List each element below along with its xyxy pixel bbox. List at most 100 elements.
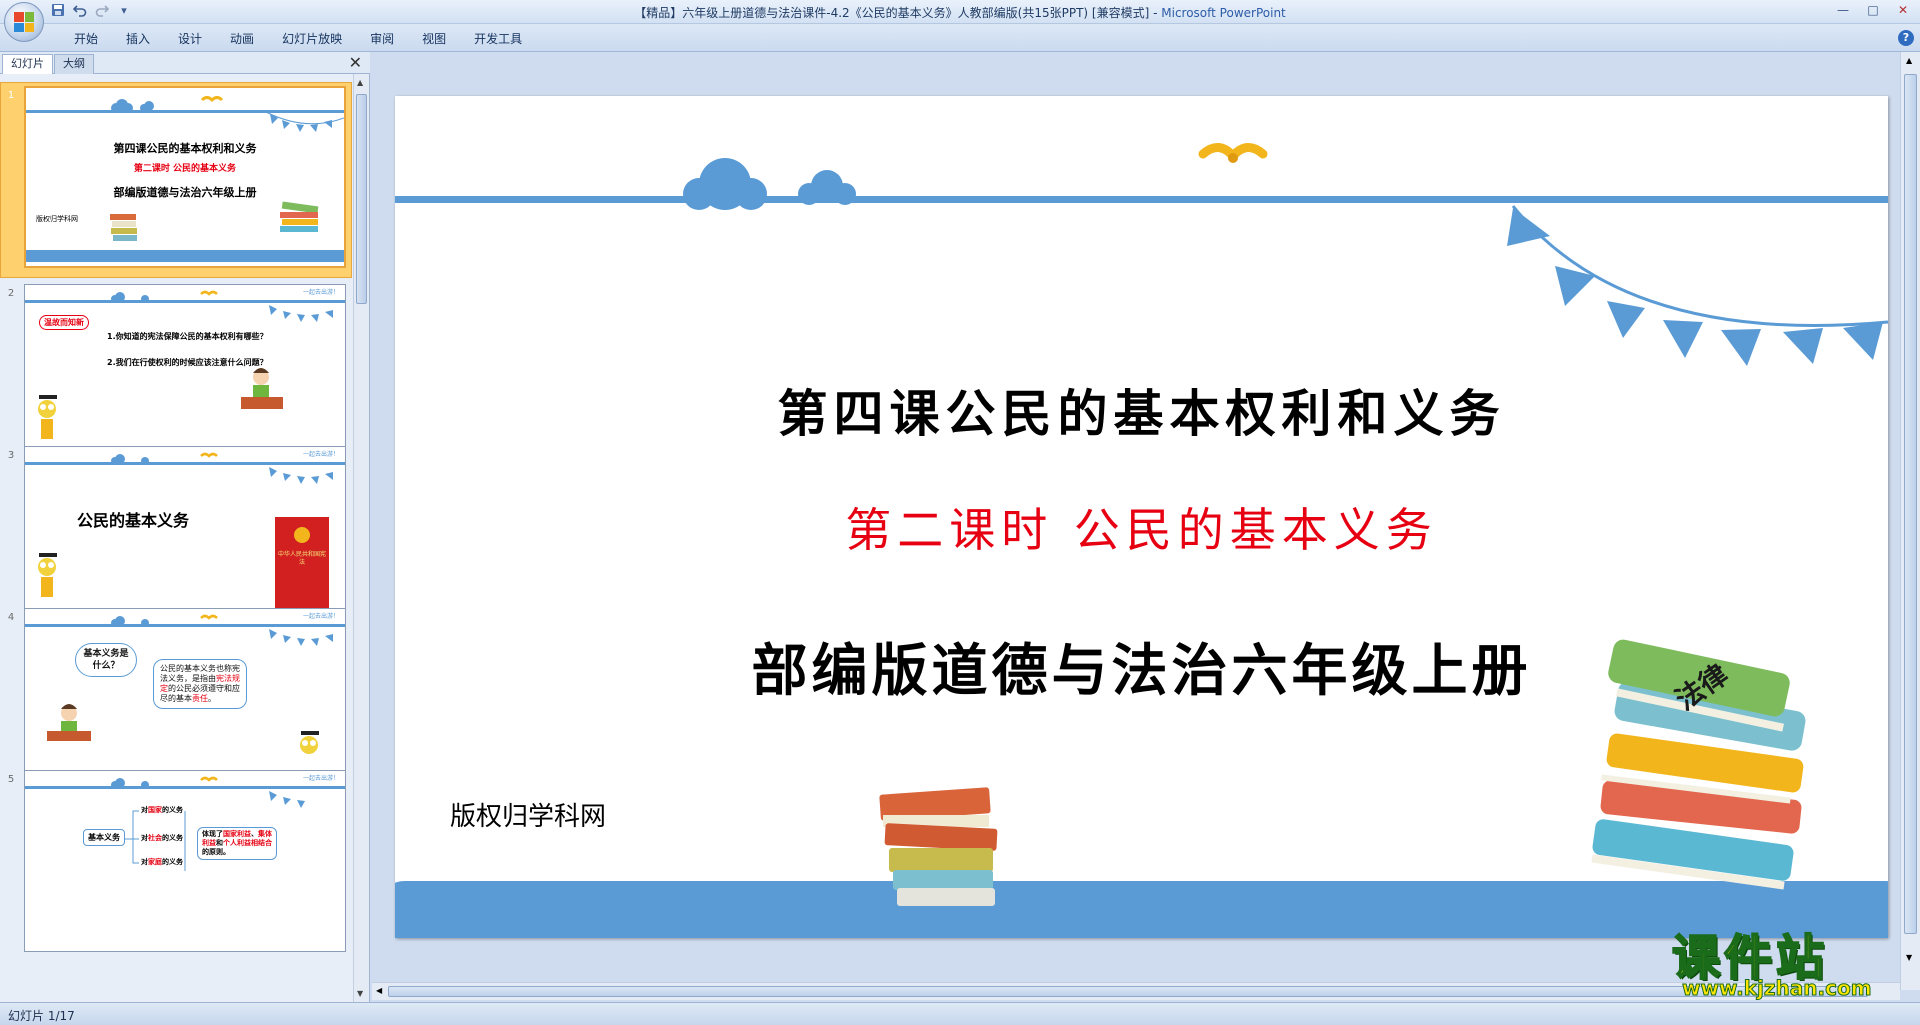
- tab-outline[interactable]: 大纲: [54, 54, 94, 74]
- thumbnail-title: 第四课公民的基本权利和义务: [113, 142, 257, 155]
- tab-slides[interactable]: 幻灯片: [2, 54, 53, 74]
- status-bar: 幻灯片 1/17: [0, 1002, 1920, 1025]
- panel-tabs: 幻灯片 大纲 ✕: [0, 52, 370, 74]
- constitution-book: 中华人民共和国宪法: [277, 551, 326, 566]
- maximize-button[interactable]: □: [1858, 0, 1888, 20]
- answer-bubble: 公民的基本义务也称宪法义务，是指由宪法规定的公民必须遵守和应尽的基本责任。: [153, 659, 247, 709]
- thumbnail-scrollbar[interactable]: ▲ ▼: [353, 74, 369, 1002]
- thumbnail-number: 4: [7, 612, 15, 623]
- thumbnail-grade: 部编版道德与法治六年级上册: [113, 186, 257, 199]
- office-button[interactable]: [4, 2, 44, 42]
- mindmap-branch: 对国家的义务: [141, 805, 183, 815]
- tab-slideshow[interactable]: 幻灯片放映: [268, 30, 356, 48]
- branch-text: 的义务: [162, 858, 183, 866]
- scroll-up-icon[interactable]: ▲: [357, 78, 363, 87]
- note-text: 和: [216, 839, 223, 847]
- tab-insert[interactable]: 插入: [112, 30, 164, 48]
- mindmap-branch: 对家庭的义务: [141, 857, 183, 867]
- slide-grade-title[interactable]: 部编版道德与法治六年级上册: [395, 626, 1888, 707]
- tab-home[interactable]: 开始: [60, 30, 112, 48]
- thumbnail-number: 2: [7, 288, 15, 299]
- slide-vertical-scrollbar[interactable]: ▲ ▼: [1900, 52, 1920, 990]
- slide-position: 幻灯片 1/17: [8, 1009, 75, 1023]
- branch-text: 的义务: [162, 806, 183, 814]
- corner-label: 一起去出游！: [302, 451, 339, 458]
- mindmap-branch: 对社会的义务: [141, 833, 183, 843]
- thumbnail-decoration: [25, 290, 345, 465]
- scrollbar-thumb[interactable]: [356, 94, 367, 304]
- slide-main-title[interactable]: 第四课公民的基本权利和义务: [395, 374, 1888, 446]
- thumbnail-1[interactable]: 1 第四课公民的基本权利和义务 第二课时 公民的基本义务 部编版道德与法治六年级…: [0, 82, 352, 278]
- window-controls: — □ ✕: [1828, 0, 1918, 20]
- question-bubble: 基本义务是什么？: [75, 643, 137, 677]
- thumbnail-frame: 第四课公民的基本权利和义务 第二课时 公民的基本义务 部编版道德与法治六年级上册…: [24, 86, 346, 268]
- site-watermark: 课件站 www.kjzhan.com: [1660, 918, 1918, 1002]
- branch-text: 对: [141, 858, 148, 866]
- branch-text: 的义务: [162, 834, 183, 842]
- powerpoint-window: ▾ 【精品】六年级上册道德与法治课件-4.2《公民的基本义务》人教部编版(共15…: [0, 0, 1920, 1025]
- thumbnail-decoration: [25, 452, 345, 627]
- note-text: 体现了: [202, 830, 223, 838]
- tab-review[interactable]: 审阅: [356, 30, 408, 48]
- thumbnail-frame: 基本义务 对国家的义务 对社会的义务 对家庭的义务 体现了国家利益、集体利益和个…: [24, 770, 346, 952]
- answer-highlight: 责任: [192, 694, 208, 703]
- thumbnail-number: 1: [7, 90, 15, 101]
- thumbnail-frame: 温故而知新 一起去出游！ 1.你知道的宪法保障公民的基本权利有哪些？ 2.我们在…: [24, 284, 346, 466]
- branch-highlight: 社会: [148, 834, 162, 842]
- slides-panel: 幻灯片 大纲 ✕ 1 第四课公民的基本权利和义务 第二课时 公民的基本义务 部编…: [0, 52, 370, 1002]
- scroll-up-icon[interactable]: ▲: [1906, 56, 1912, 65]
- note-highlight: 国家利益: [223, 830, 251, 838]
- slide-subtitle[interactable]: 第二课时 公民的基本义务: [395, 494, 1888, 560]
- thumbnail-number: 5: [7, 774, 15, 785]
- help-icon[interactable]: ?: [1898, 30, 1914, 46]
- tab-developer[interactable]: 开发工具: [460, 30, 536, 48]
- mindmap-root: 基本义务: [83, 829, 125, 846]
- book-stack-small-icon: [879, 787, 998, 906]
- bunting-flags-icon: [1507, 205, 1888, 366]
- thumbnail-5[interactable]: 5 基本义务 对国家的义务 对社会的义务 对家庭的义务 体现了国家利益、集体利益…: [0, 766, 352, 956]
- thumbnail-frame: 公民的基本义务 中华人民共和国宪法 一起去出游！: [24, 446, 346, 628]
- office-logo-icon: [14, 12, 34, 32]
- question-1: 1.你知道的宪法保障公民的基本权利有哪些？: [107, 332, 268, 341]
- branch-highlight: 国家: [148, 806, 162, 814]
- note-text: 、: [251, 830, 258, 838]
- watermark-url: www.kjzhan.com: [1682, 976, 1873, 1001]
- thumbnail-list: 1 第四课公民的基本权利和义务 第二课时 公民的基本义务 部编版道德与法治六年级…: [0, 74, 370, 1002]
- close-button[interactable]: ✕: [1888, 0, 1918, 20]
- note-text: 的原则。: [202, 848, 230, 856]
- corner-label: 一起去出游！: [302, 613, 339, 620]
- thumbnail-frame: 基本义务是什么？ 公民的基本义务也称宪法义务，是指由宪法规定的公民必须遵守和应尽…: [24, 608, 346, 790]
- branch-text: 对: [141, 806, 148, 814]
- corner-label: 一起去出游！: [302, 289, 339, 296]
- branch-highlight: 家庭: [148, 858, 162, 866]
- ribbon-tabs: 开始 插入 设计 动画 幻灯片放映 审阅 视图 开发工具: [60, 30, 536, 48]
- slide-copyright[interactable]: 版权归学科网: [450, 796, 606, 833]
- title-bar: ▾ 【精品】六年级上册道德与法治课件-4.2《公民的基本义务》人教部编版(共15…: [0, 0, 1920, 24]
- thumbnail-decoration: [26, 96, 344, 262]
- scrollbar-thumb[interactable]: [388, 986, 1868, 997]
- scroll-left-icon[interactable]: ◀: [376, 986, 382, 995]
- corner-label: 一起去出游！: [302, 775, 339, 782]
- review-badge: 温故而知新: [39, 315, 89, 330]
- document-title: 【精品】六年级上册道德与法治课件-4.2《公民的基本义务》人教部编版(共15张P…: [634, 6, 1162, 20]
- scrollbar-thumb[interactable]: [1904, 74, 1917, 934]
- current-slide[interactable]: 第四课公民的基本权利和义务 第二课时 公民的基本义务 部编版道德与法治六年级上册…: [395, 96, 1888, 938]
- answer-text: 。: [208, 694, 216, 703]
- thumbnail-subtitle: 第二课时 公民的基本义务: [133, 164, 237, 174]
- tab-view[interactable]: 视图: [408, 30, 460, 48]
- bird-icon: [1198, 143, 1268, 163]
- principle-note: 体现了国家利益、集体利益和个人利益相结合的原则。: [197, 827, 277, 860]
- window-title: 【精品】六年级上册道德与法治课件-4.2《公民的基本义务》人教部编版(共15张P…: [0, 4, 1920, 21]
- note-highlight: 个人利益相结合: [223, 839, 272, 847]
- ribbon-tab-bar: 开始 插入 设计 动画 幻灯片放映 审阅 视图 开发工具 ?: [0, 24, 1920, 52]
- thumbnail-decoration: [25, 776, 345, 871]
- question-2: 2.我们在行使权利的时候应该注意什么问题？: [107, 358, 268, 367]
- thumbnail-copyright: 版权归学科网: [36, 215, 78, 223]
- branch-text: 对: [141, 834, 148, 842]
- tab-animations[interactable]: 动画: [216, 30, 268, 48]
- minimize-button[interactable]: —: [1828, 0, 1858, 20]
- close-panel-icon[interactable]: ✕: [349, 53, 362, 72]
- thumbnail-number: 3: [7, 450, 15, 461]
- tab-design[interactable]: 设计: [164, 30, 216, 48]
- scroll-down-icon[interactable]: ▼: [357, 989, 363, 998]
